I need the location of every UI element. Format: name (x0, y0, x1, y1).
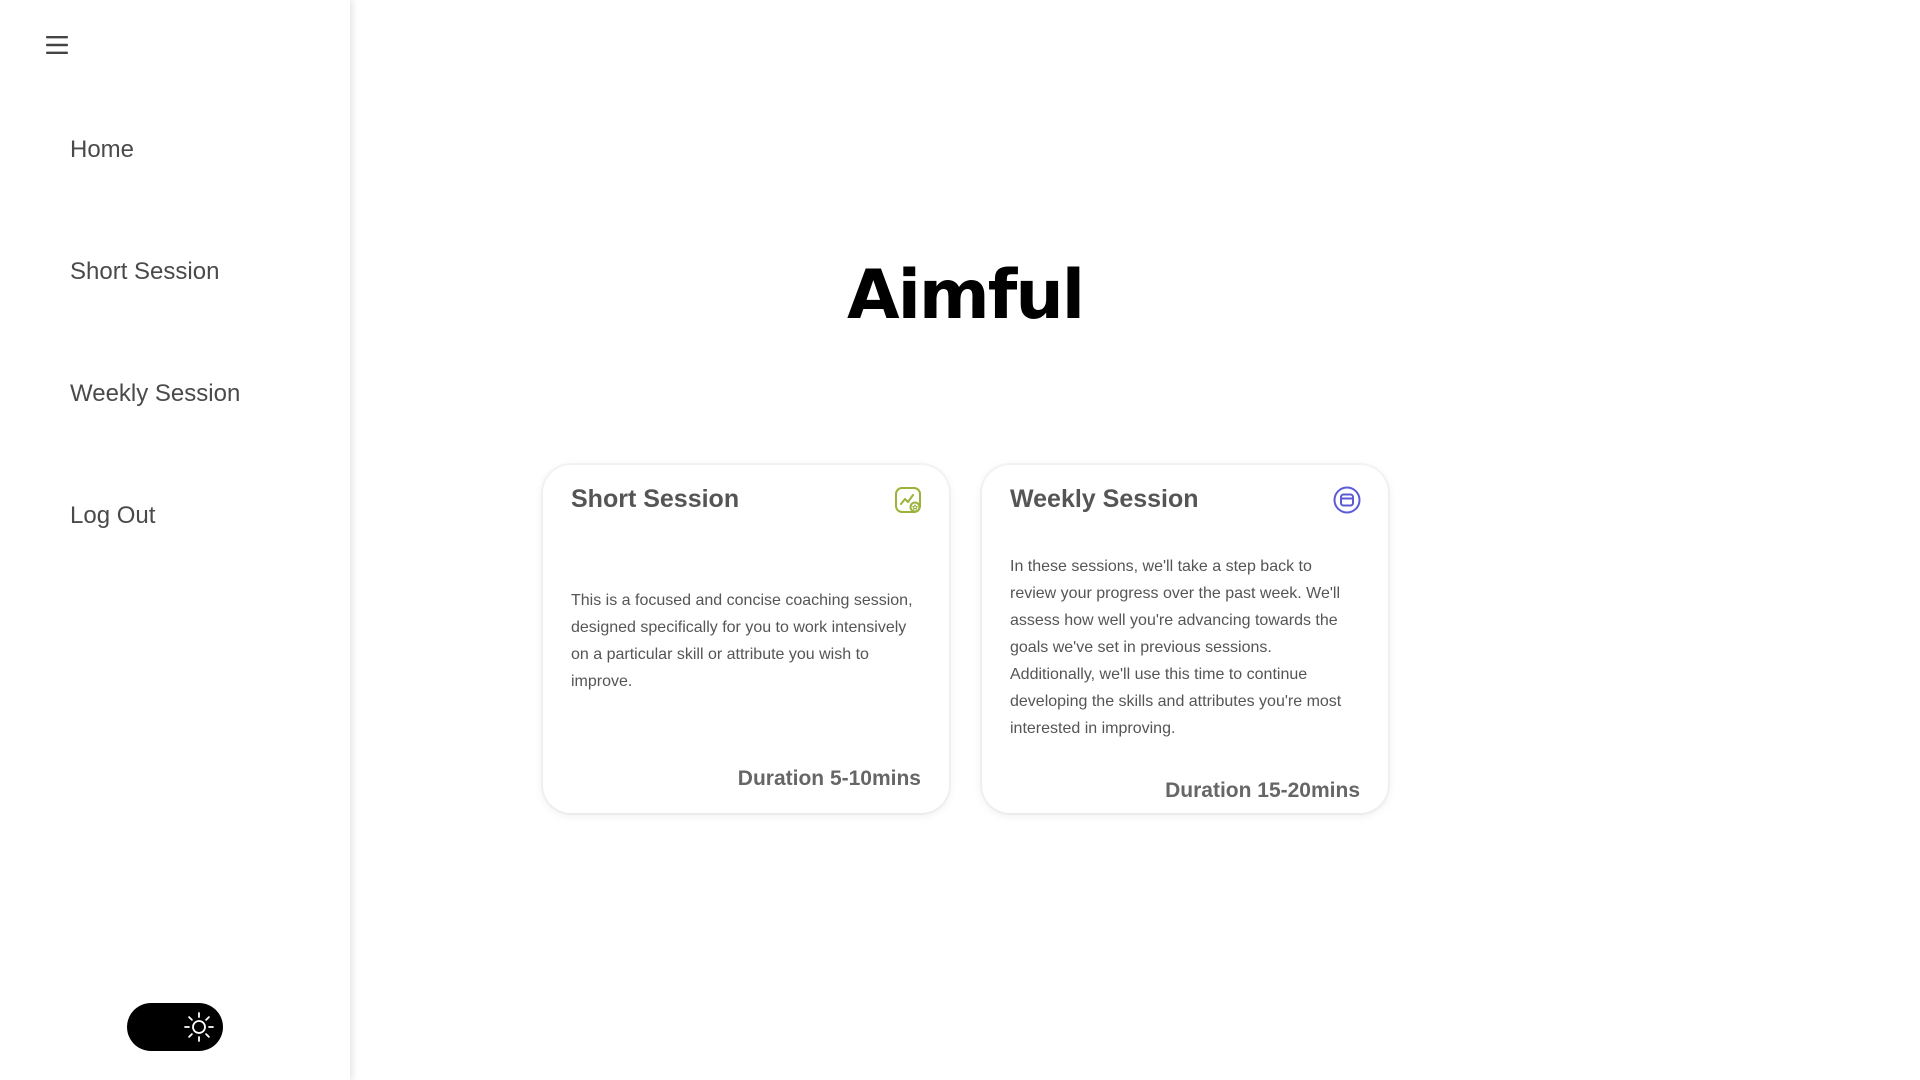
weekly-session-card[interactable]: Weekly Session In these sessions, we'll … (982, 465, 1388, 813)
card-duration: Duration 15-20mins (1165, 779, 1360, 802)
card-description: This is a focused and concise coaching s… (571, 592, 913, 690)
sidebar-item-weekly-session[interactable]: Weekly Session (70, 372, 240, 494)
sidebar-nav: Home Short Session Weekly Session Log Ou… (70, 128, 240, 616)
hamburger-menu-icon[interactable] (40, 30, 74, 60)
brand-title: Aimful (846, 256, 1085, 335)
main-content: Aimful Short Session This is a focused a… (350, 0, 1920, 1080)
card-duration: Duration 5-10mins (737, 767, 921, 790)
short-session-card[interactable]: Short Session This is a focused and conc… (543, 465, 949, 813)
sidebar: Home Short Session Weekly Session Log Ou… (0, 0, 350, 1080)
card-title: Weekly Session (1010, 485, 1199, 513)
sidebar-item-short-session[interactable]: Short Session (70, 250, 240, 372)
app-root: Home Short Session Weekly Session Log Ou… (0, 0, 1920, 1080)
card-title: Short Session (571, 485, 740, 513)
calendar-circle-icon (1332, 485, 1362, 515)
sidebar-item-log-out[interactable]: Log Out (70, 494, 240, 616)
theme-toggle[interactable] (127, 1003, 223, 1051)
card-description: In these sessions, we'll take a step bac… (1010, 558, 1342, 737)
sidebar-item-home[interactable]: Home (70, 128, 240, 250)
sun-icon (183, 1011, 215, 1043)
chart-badge-icon (893, 485, 923, 515)
